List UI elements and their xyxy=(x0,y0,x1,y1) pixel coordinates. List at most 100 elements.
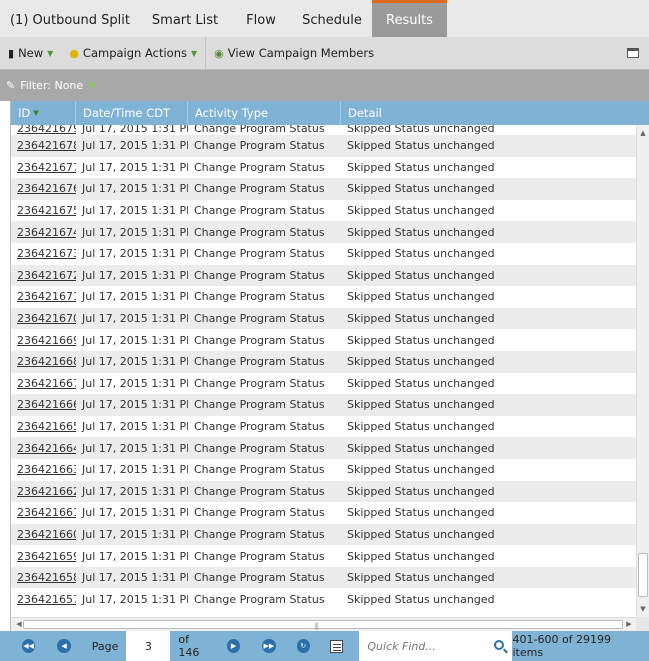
activity-cell: Change Program Status xyxy=(194,484,325,498)
id-link[interactable]: 236421665 xyxy=(17,420,76,433)
id-link[interactable]: 236421679 xyxy=(17,125,76,135)
pager: ◀◀ ◀ Page of 146 ▶ ▶▶ ↻ 401-600 of 29199… xyxy=(0,631,649,661)
next-page-icon[interactable]: ▶ xyxy=(226,639,241,653)
id-link[interactable]: 236421667 xyxy=(17,377,76,390)
tab-flow[interactable]: Flow xyxy=(230,0,292,37)
view-campaign-members-button[interactable]: ◉ View Campaign Members xyxy=(206,37,382,69)
id-cell: 236421660 xyxy=(11,528,76,541)
table-row[interactable]: 236421662 Jul 17, 2015 1:31 PM Change Prog… xyxy=(11,480,637,503)
page-number-input[interactable] xyxy=(126,631,171,661)
table-row[interactable]: 236421665 Jul 17, 2015 1:31 PM Change Prog… xyxy=(11,415,637,438)
activity-cell: Change Program Status xyxy=(194,290,325,304)
quick-find-input[interactable] xyxy=(359,631,513,661)
horizontal-scrollbar[interactable]: ◀ ||| ▶ xyxy=(11,617,637,631)
refresh-icon[interactable]: ↻ xyxy=(296,639,310,653)
datetime-cell: Jul 17, 2015 1:31 PM xyxy=(82,312,188,326)
datetime-cell: Jul 17, 2015 1:31 PM xyxy=(82,376,188,390)
detail-cell: Skipped Status unchanged xyxy=(347,290,495,304)
activity-cell: Change Program Status xyxy=(194,139,325,153)
scroll-down-icon[interactable]: ▼ xyxy=(637,603,649,615)
table-row[interactable]: 236421677 Jul 17, 2015 1:31 PM Change Prog… xyxy=(11,156,637,179)
table-row[interactable]: 236421675 Jul 17, 2015 1:31 PM Change Prog… xyxy=(11,199,637,222)
id-cell: 236421671 xyxy=(11,290,76,303)
tab-results[interactable]: Results xyxy=(372,0,447,37)
id-link[interactable]: 236421663 xyxy=(17,463,76,476)
id-link[interactable]: 236421672 xyxy=(17,269,76,282)
scroll-up-icon[interactable]: ▲ xyxy=(637,127,649,139)
column-label: Detail xyxy=(348,106,382,120)
column-header-detail[interactable]: Detail xyxy=(341,101,649,125)
table-row[interactable]: 236421667 Jul 17, 2015 1:31 PM Change Prog… xyxy=(11,372,637,395)
id-link[interactable]: 236421675 xyxy=(17,204,76,217)
table-row[interactable]: 236421668 Jul 17, 2015 1:31 PM Change Prog… xyxy=(11,350,637,373)
tab-schedule[interactable]: Schedule xyxy=(292,0,372,37)
previous-page-icon[interactable]: ◀ xyxy=(57,639,71,653)
id-link[interactable]: 236421671 xyxy=(17,290,76,303)
filter-label: Filter: None xyxy=(20,79,84,92)
column-header-id[interactable]: ID ▼ xyxy=(11,101,76,125)
table-row[interactable]: 236421658 Jul 17, 2015 1:31 PM Change Prog… xyxy=(11,566,637,589)
table-row[interactable]: 236421679 Jul 17, 2015 1:31 PM Change Pr… xyxy=(11,125,637,135)
campaign-actions-label: Campaign Actions xyxy=(82,46,187,60)
new-button[interactable]: ▮ New ▼ xyxy=(0,37,61,69)
id-link[interactable]: 236421661 xyxy=(17,506,76,519)
table-row[interactable]: 236421664 Jul 17, 2015 1:31 PM Change Prog… xyxy=(11,437,637,459)
detail-cell: Skipped Status unchanged xyxy=(347,139,495,153)
datetime-cell: Jul 17, 2015 1:31 PM xyxy=(82,527,188,541)
table-row[interactable]: 236421669 Jul 17, 2015 1:31 PM Change Prog… xyxy=(11,329,637,351)
id-link[interactable]: 236421674 xyxy=(17,226,76,239)
tab-label: Smart List xyxy=(151,13,219,28)
id-link[interactable]: 236421657 xyxy=(17,593,76,606)
tab-smart-list[interactable]: Smart List xyxy=(140,0,230,37)
last-page-icon[interactable]: ▶▶ xyxy=(262,639,276,653)
id-link[interactable]: 236421660 xyxy=(17,528,76,541)
table-row[interactable]: 236421660 Jul 17, 2015 1:31 PM Change Prog… xyxy=(11,523,637,546)
table-row[interactable]: 236421666 Jul 17, 2015 1:31 PM Change Prog… xyxy=(11,394,637,416)
id-link[interactable]: 236421668 xyxy=(17,355,76,368)
table-row[interactable]: 236421659 Jul 17, 2015 1:31 PM Change Prog… xyxy=(11,545,637,567)
campaign-actions-button[interactable]: ● Campaign Actions ▼ xyxy=(61,37,205,69)
column-header-datetime[interactable]: Date/Time CDT xyxy=(76,101,188,125)
scroll-thumb[interactable] xyxy=(638,553,648,597)
id-link[interactable]: 236421673 xyxy=(17,247,76,260)
table-row[interactable]: 236421657 Jul 17, 2015 1:31 PM Change Prog… xyxy=(11,588,637,611)
maximize-window-button[interactable] xyxy=(619,37,649,69)
column-header-activity-type[interactable]: Activity Type xyxy=(188,101,341,125)
detail-cell: Skipped Status unchanged xyxy=(347,592,495,606)
detail-cell: Skipped Status unchanged xyxy=(347,484,495,498)
first-page-icon[interactable]: ◀◀ xyxy=(22,639,36,653)
table-row[interactable]: 236421671 Jul 17, 2015 1:31 PM Change Prog… xyxy=(11,286,637,308)
table-row[interactable]: 236421661 Jul 17, 2015 1:31 PM Change Prog… xyxy=(11,502,637,524)
columns-icon[interactable] xyxy=(329,639,344,653)
vertical-scrollbar[interactable]: ▲ ▼ xyxy=(636,125,649,617)
page-count-label: of 146 xyxy=(178,633,200,659)
id-link[interactable]: 236421677 xyxy=(17,161,76,174)
table-row[interactable]: 236421672 Jul 17, 2015 1:31 PM Change Prog… xyxy=(11,264,637,287)
id-link[interactable]: 236421678 xyxy=(17,139,76,152)
table-row[interactable]: 236421670 Jul 17, 2015 1:31 PM Change Prog… xyxy=(11,307,637,330)
detail-cell: Skipped Status unchanged xyxy=(347,420,495,434)
id-link[interactable]: 236421670 xyxy=(17,312,76,325)
table-row[interactable]: 236421674 Jul 17, 2015 1:31 PM Change Prog… xyxy=(11,221,637,243)
table-row[interactable]: 236421663 Jul 17, 2015 1:31 PM Change Prog… xyxy=(11,458,637,481)
table-row[interactable]: 236421676 Jul 17, 2015 1:31 PM Change Prog… xyxy=(11,178,637,200)
id-link[interactable]: 236421676 xyxy=(17,182,76,195)
id-cell: 236421666 xyxy=(11,398,76,411)
tab-label: (1) Outbound Split xyxy=(9,13,130,28)
scroll-right-icon[interactable]: ▶ xyxy=(623,618,635,631)
id-link[interactable]: 236421664 xyxy=(17,442,76,455)
tab-outbound-split[interactable]: (1) Outbound Split xyxy=(0,0,140,37)
id-link[interactable]: 236421662 xyxy=(17,485,76,498)
id-link[interactable]: 236421658 xyxy=(17,571,76,584)
scroll-thumb[interactable]: ||| xyxy=(23,620,623,630)
datetime-cell: Jul 17, 2015 1:31 PM xyxy=(82,333,188,347)
id-cell: 236421674 xyxy=(11,226,76,239)
id-link[interactable]: 236421659 xyxy=(17,550,76,563)
search-icon[interactable] xyxy=(494,640,504,650)
filter-bar[interactable]: ✎ Filter: None ▼ xyxy=(0,70,649,101)
id-link[interactable]: 236421669 xyxy=(17,334,76,347)
id-link[interactable]: 236421666 xyxy=(17,398,76,411)
datetime-cell: Jul 17, 2015 1:31 PM xyxy=(82,204,188,218)
table-row[interactable]: 236421678 Jul 17, 2015 1:31 PM Change Prog… xyxy=(11,135,637,157)
table-row[interactable]: 236421673 Jul 17, 2015 1:31 PM Change Prog… xyxy=(11,242,637,265)
